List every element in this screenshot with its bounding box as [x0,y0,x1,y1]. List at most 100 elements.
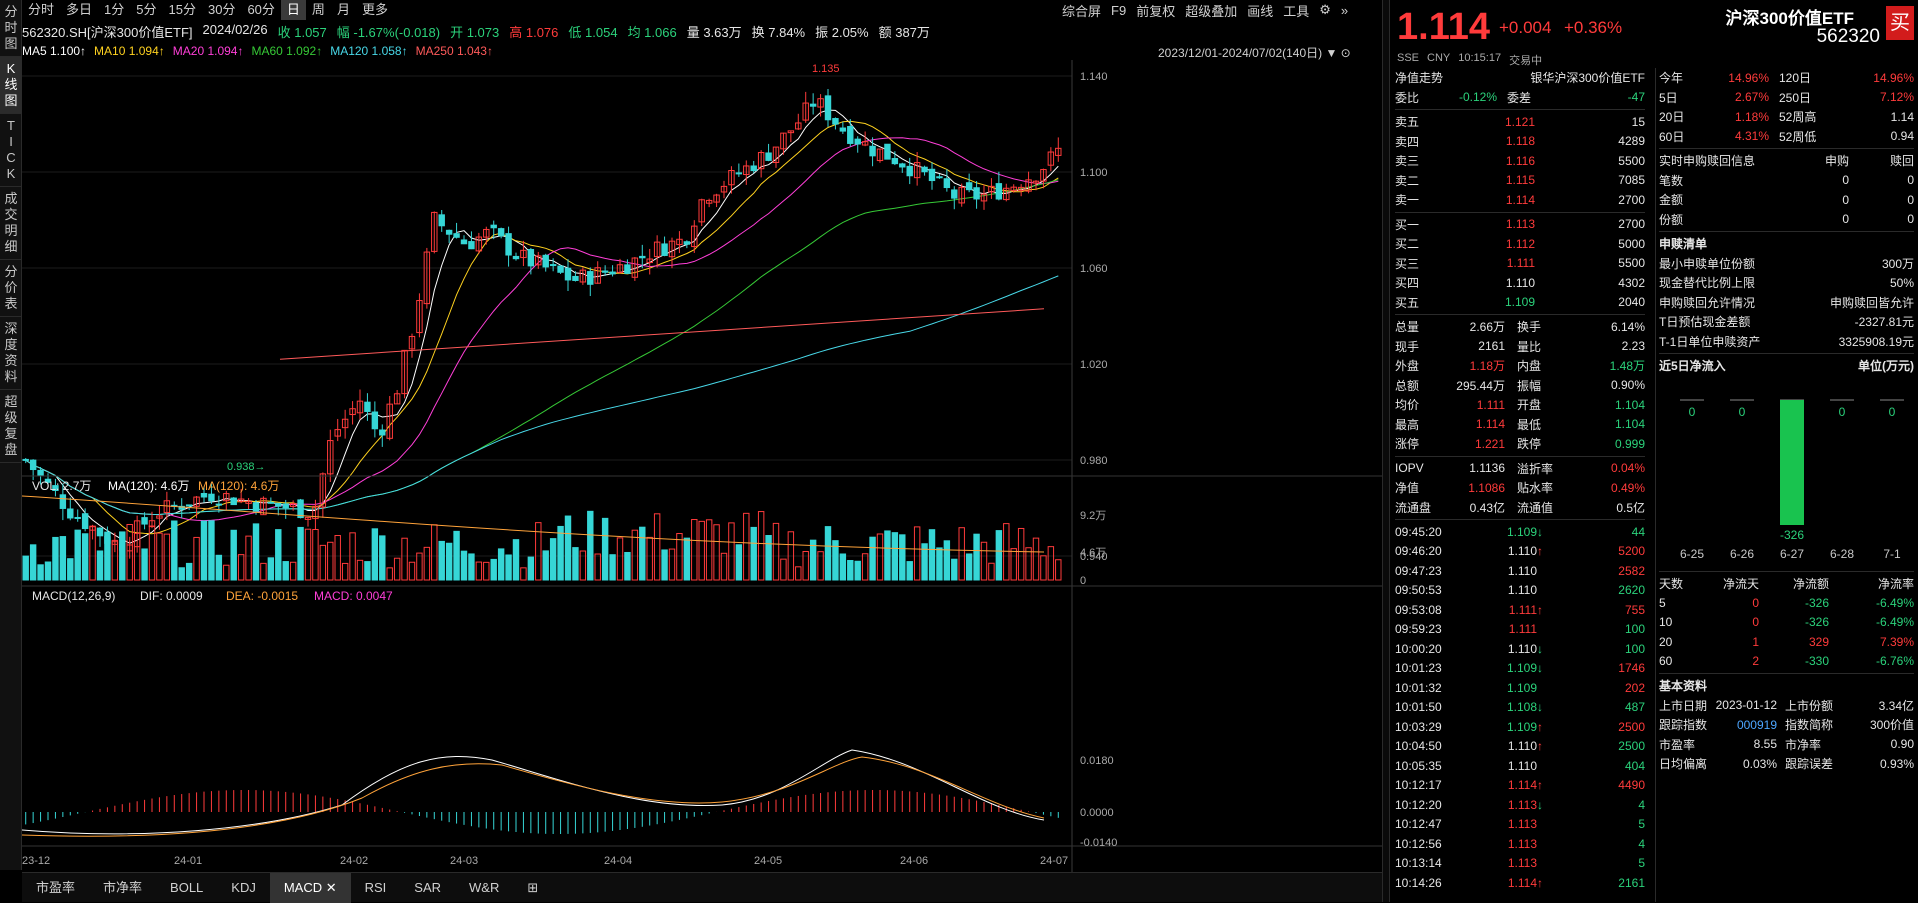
candle [995,183,1003,200]
kline-chart[interactable]: 1.1401.1001.0601.0200.9800.9401.1350.938… [22,60,1382,872]
period-tab-0[interactable]: 分时 [22,0,60,20]
purchase-row-cell: 现金替代比例上限 [1659,276,1756,291]
perf-row-cell: 14.96% [1728,70,1769,85]
candle [208,493,215,502]
date-axis-label: 24-07 [1040,855,1068,867]
subs-header-cell: 实时申购赎回信息 [1659,154,1756,169]
add-indicator-icon[interactable]: ⊞ [513,873,552,903]
period-tab-4[interactable]: 15分 [163,0,202,20]
stat-row-cell: 内盘 [1517,359,1542,374]
tick-row: 09:53:08 1.111 ↑ 755 [1395,600,1645,620]
stat-row: 总额 295.44万 振幅 0.90% [1395,376,1645,396]
sidebar-item-0[interactable]: 分时图 [0,0,22,57]
tick-row-cell: 1.109 [1506,680,1537,695]
volume-bar [705,519,713,581]
date-range-label[interactable]: 2023/12/01-2024/07/02(140日) ▼ ⊙ [1158,44,1351,61]
price-axis-label: 0.980 [1080,455,1108,467]
indicator-tab-7[interactable]: W&R [455,873,513,903]
collapse-icon[interactable]: » [1341,3,1348,18]
perf-row-cell: 今年 [1659,71,1684,86]
buy-button[interactable]: 买 [1886,6,1914,40]
candle [965,182,973,191]
tool-1[interactable]: F9 [1111,3,1126,18]
basic-row-cell: 3.34亿 [1878,698,1914,713]
indicator-tab-4[interactable]: MACD ✕ [269,872,351,903]
tool-4[interactable]: 画线 [1247,1,1273,20]
ma-label-2: MA20 1.094↑ [172,44,244,58]
sidebar-item-4[interactable]: 分价表 [0,260,22,317]
tick-row-cell: ↑ [1537,875,1543,890]
flow-date-label: 7-1 [1883,547,1901,561]
tool-5[interactable]: 工具 [1283,1,1309,20]
candle [460,239,468,245]
turnover-value: 换 7.84% [751,25,806,40]
tool-2[interactable]: 前复权 [1136,1,1175,20]
ask-row-cell: 卖四 [1395,134,1420,149]
ask-row: 卖五 1.121 15 [1395,112,1645,132]
perf-row-cell: 14.96% [1873,70,1914,85]
tick-row-cell: 1.110 [1507,544,1537,559]
subs-row-cell: 0 [1842,192,1849,207]
tick-row: 09:50:53 1.110 2620 [1395,581,1645,601]
stat-row-cell: 总额 [1395,378,1420,393]
volume-bar [676,533,683,581]
period-tab-7[interactable]: 日 [280,0,306,20]
purchase-row-cell: -2327.81元 [1854,315,1914,330]
tool-3[interactable]: 超级叠加 [1185,1,1237,20]
nav-row: 净值走势 银华沪深300价值ETF [1395,68,1645,88]
trade-status: 交易中 [1509,55,1543,67]
volume-bar [980,541,988,581]
period-tab-6[interactable]: 60分 [241,0,280,20]
period-tab-3[interactable]: 5分 [130,0,162,20]
volume-bar [252,523,260,581]
volume-bar [624,551,631,581]
indicator-tab-2[interactable]: BOLL [156,873,217,903]
ask-row-cell: 卖三 [1395,154,1420,169]
indicator-tab-3[interactable]: KDJ [217,873,270,903]
period-tab-1[interactable]: 多日 [60,0,98,20]
iopv-row-cell: 0.43亿 [1469,500,1505,515]
sidebar-item-5[interactable]: 深度资料 [0,317,22,390]
indicator-tab-5[interactable]: RSI [351,873,401,903]
period-tab-9[interactable]: 月 [331,0,356,20]
subs-row-cell: 笔数 [1659,173,1684,188]
volume-bar [327,541,334,581]
basic-header: 基本资料 [1659,676,1914,696]
sidebar-item-3[interactable]: 成交明细 [0,187,22,260]
candle [549,264,557,267]
tick-row: 10:01:50 1.108 ↓ 487 [1395,698,1645,718]
sidebar-item-2[interactable]: TICK [0,114,22,187]
tick-row-cell: 09:59:23 [1395,622,1442,637]
stat-row: 涨停 1.221 跌停 0.999 [1395,434,1645,454]
sidebar-item-6[interactable]: 超级复盘 [0,390,22,463]
sidebar-item-1[interactable]: K线图 [0,57,22,114]
tick-row-cell: 2500 [1618,739,1645,754]
period-tab-5[interactable]: 30分 [202,0,241,20]
tick-row-cell: 4490 [1618,778,1645,793]
volume-bar [141,548,148,581]
panel-splitter[interactable] [1382,0,1390,902]
indicator-tab-6[interactable]: SAR [400,873,455,903]
period-tab-10[interactable]: 更多 [356,0,394,20]
candle [267,501,275,504]
iopv-row-cell: 1.1136 [1469,461,1505,476]
flow-table-row-cell: 7.39% [1879,634,1914,649]
volume-bar [423,546,431,581]
quote-panel: 1.114 +0.004 +0.36% 沪深300价值ETF 562320 买 … [1391,0,1918,902]
indicator-tab-0[interactable]: 市盈率 [22,873,89,903]
flow-value-label: 0 [1739,405,1746,419]
tool-0[interactable]: 综合屏 [1062,1,1101,20]
tick-row-cell: 100 [1624,622,1645,637]
settings-icon[interactable]: ⚙ [1319,2,1331,18]
candle [587,271,594,285]
volume-bar [839,553,847,581]
indicator-tab-1[interactable]: 市净率 [89,873,156,903]
basic-row-cell: 指数简称 [1785,718,1834,733]
ask-row-cell: 1.121 [1504,114,1535,129]
flow-date-label: 6-26 [1730,547,1754,561]
flow-header-cell: 单位(万元) [1858,359,1914,374]
period-tab-2[interactable]: 1分 [98,0,130,20]
bid-row-cell: 2040 [1618,295,1645,310]
volume-bar [579,550,587,581]
period-tab-8[interactable]: 周 [306,0,331,20]
